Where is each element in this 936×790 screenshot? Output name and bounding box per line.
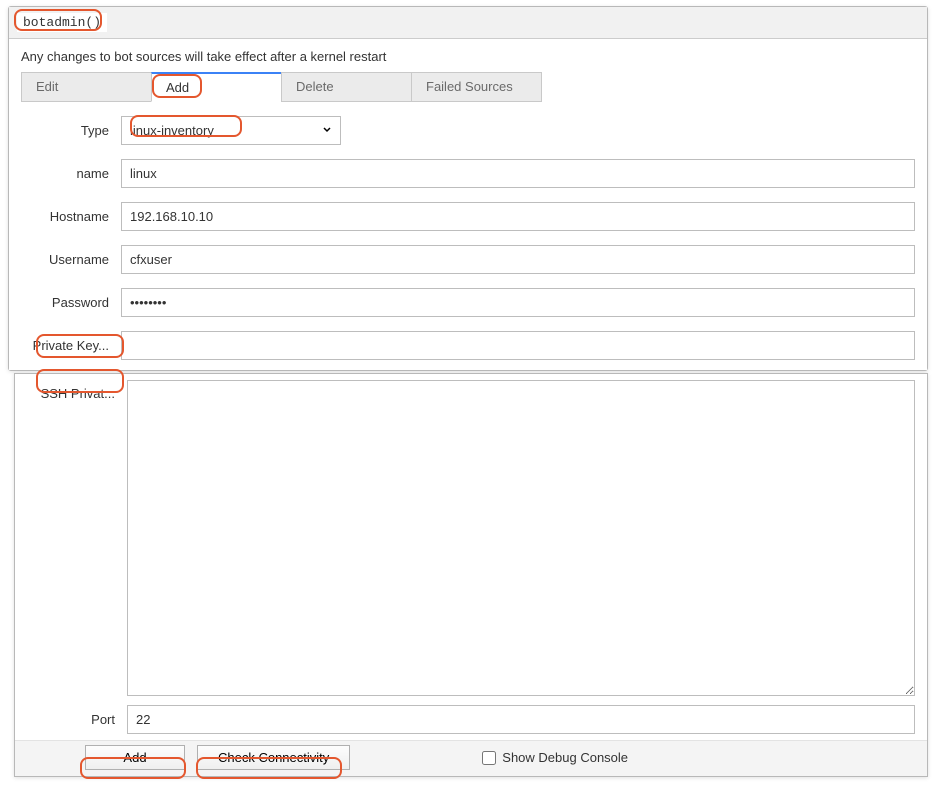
label-username: Username [21,252,121,267]
bottom-panel: SSH Privat... Port Add Check Connectivit… [14,373,928,777]
add-button[interactable]: Add [85,745,185,770]
tab-failed-sources[interactable]: Failed Sources [411,72,542,102]
row-username: Username [21,245,915,274]
row-port: Port [15,705,927,740]
top-panel: botadmin() Any changes to bot sources wi… [8,6,928,371]
row-name: name [21,159,915,188]
input-privatekey[interactable] [121,331,915,360]
label-port: Port [27,712,127,727]
code-cell-bar: botadmin() [9,7,927,39]
select-type[interactable]: linux-inventory [121,116,341,145]
row-hostname: Hostname [21,202,915,231]
code-cell[interactable]: botadmin() [17,13,107,32]
row-type: Type linux-inventory [21,116,915,145]
textarea-ssh-private-key[interactable] [127,380,915,696]
show-debug-console[interactable]: Show Debug Console [482,750,628,765]
tab-edit[interactable]: Edit [21,72,152,102]
input-username[interactable] [121,245,915,274]
input-name[interactable] [121,159,915,188]
tab-bar: Edit Add Delete Failed Sources [9,72,927,102]
input-password[interactable] [121,288,915,317]
tab-delete[interactable]: Delete [281,72,412,102]
row-privatekey: Private Key... [21,331,915,360]
label-hostname: Hostname [21,209,121,224]
label-type: Type [21,123,121,138]
debug-label: Show Debug Console [502,750,628,765]
label-privatekey: Private Key... [21,338,121,353]
notice-text: Any changes to bot sources will take eff… [9,39,927,72]
row-password: Password [21,288,915,317]
row-ssh: SSH Privat... [15,374,927,705]
input-port[interactable] [127,705,915,734]
select-type-wrap: linux-inventory [121,116,341,145]
label-password: Password [21,295,121,310]
label-name: name [21,166,121,181]
input-hostname[interactable] [121,202,915,231]
label-ssh: SSH Privat... [27,380,127,401]
debug-checkbox[interactable] [482,751,496,765]
footer-bar: Add Check Connectivity Show Debug Consol… [15,740,927,776]
tab-add[interactable]: Add [151,72,282,102]
form: Type linux-inventory name Hostname [9,102,927,370]
check-connectivity-button[interactable]: Check Connectivity [197,745,350,770]
